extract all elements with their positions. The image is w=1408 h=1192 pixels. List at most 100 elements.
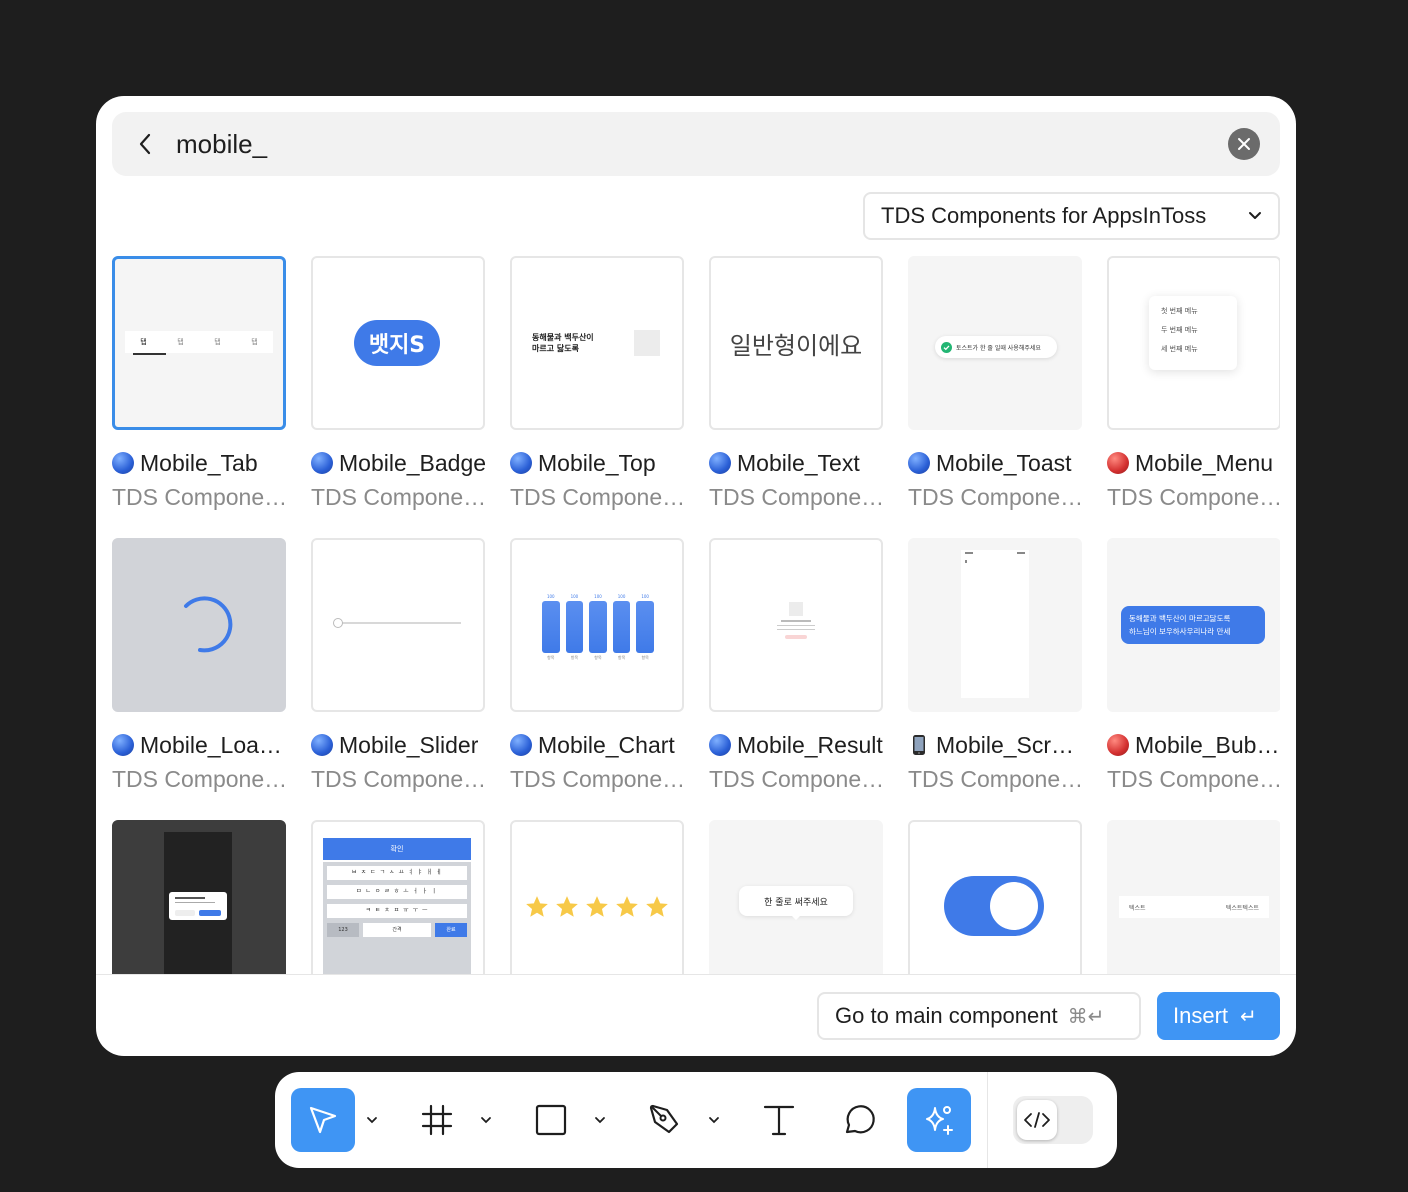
status-dot-icon — [908, 452, 930, 474]
component-name: Mobile_Screen — [936, 731, 1084, 758]
component-thumbnail — [510, 820, 684, 974]
clear-search-button[interactable] — [1228, 128, 1260, 160]
component-name: Mobile_Top — [538, 449, 656, 476]
component-thumbnail: 첫 번째 메뉴 두 번째 메뉴 세 번째 메뉴 — [1107, 256, 1280, 430]
chart-bar — [542, 601, 560, 653]
component-library: TDS Components for AppsInToss — [510, 484, 686, 510]
component-name: Mobile_Badge — [339, 449, 487, 476]
status-bar-battery — [1017, 552, 1025, 554]
shape-tool-dropdown[interactable] — [592, 1110, 608, 1130]
component-library: TDS Components for AppsInToss — [1107, 484, 1280, 510]
actions-tool-button[interactable] — [907, 1088, 971, 1152]
chart-preview: 100 항목 100 항목 100 항목 100 항목 100 항목 — [542, 594, 654, 664]
back-button[interactable] — [130, 128, 162, 160]
card-title: Mobile_Text — [709, 448, 885, 478]
text-icon — [763, 1105, 795, 1136]
pen-tool-dropdown[interactable] — [706, 1110, 722, 1130]
component-thumbnail — [311, 538, 485, 712]
library-dropdown[interactable]: TDS Components for AppsInToss — [863, 192, 1280, 240]
component-name: Mobile_Slider — [339, 731, 479, 758]
dialog-desc-line — [175, 902, 215, 903]
status-dot-icon — [510, 452, 532, 474]
component-name: Mobile_Loader — [140, 731, 288, 758]
chart-axis-label: 항목 — [547, 655, 555, 660]
status-bar-time — [965, 552, 973, 554]
go-to-main-component-button[interactable]: Go to main component ⌘↵ — [817, 992, 1141, 1040]
card-title: Mobile_Menu — [1107, 448, 1280, 478]
result-title-line — [781, 620, 811, 622]
component-thumbnail — [908, 820, 1082, 974]
chart-value-label: 100 — [546, 594, 555, 599]
footer-divider — [96, 974, 1296, 975]
component-thumbnail — [112, 538, 286, 712]
back-mark — [965, 560, 967, 563]
component-thumbnail: 토스트가 한 줄 일때 사용해주세요 — [908, 256, 1082, 430]
card-title: Mobile_Tab — [112, 448, 288, 478]
component-library: TDS Components for AppsInToss — [709, 484, 885, 510]
tooltip-preview: 한 줄로 써주세요 — [739, 886, 853, 916]
menu-preview: 첫 번째 메뉴 두 번째 메뉴 세 번째 메뉴 — [1149, 296, 1237, 370]
switch-knob — [990, 882, 1038, 930]
chart-axis-label: 항목 — [594, 655, 602, 660]
chart-value-label: 100 — [594, 594, 602, 599]
shape-tool-button[interactable] — [519, 1088, 583, 1152]
bottom-toolbar — [275, 1072, 1117, 1168]
chevron-down-icon — [367, 1117, 377, 1124]
dialog-title-line — [175, 897, 205, 899]
card-title: Mobile_Toast — [908, 448, 1084, 478]
card-title: Mobile_Slider — [311, 730, 487, 760]
status-dot-icon — [1107, 734, 1129, 756]
comment-tool-button[interactable] — [827, 1088, 891, 1152]
component-thumbnail: 확인 ㅂ ㅈ ㄷ ㄱ ㅅ ㅛ ㅕ ㅑ ㅐ ㅔ ㅁ ㄴ ㅇ ㄹ ㅎ ㅗ ㅓ ㅏ ㅣ… — [311, 820, 485, 974]
pen-tool-button[interactable] — [633, 1088, 697, 1152]
component-thumbnail: 동해물과 백두산이 마르고 닳도록 — [510, 256, 684, 430]
slider-thumb — [333, 618, 343, 628]
menu-item: 두 번째 메뉴 — [1161, 326, 1198, 334]
chart-value-label: 100 — [641, 594, 649, 599]
card-title: Mobile_Screen — [908, 730, 1084, 760]
chart-bar — [612, 601, 631, 653]
chevron-down-icon — [481, 1117, 491, 1124]
chevron-down-icon — [709, 1117, 719, 1124]
text-tool-button[interactable] — [747, 1088, 811, 1152]
bubble-preview: 동해물과 백두산이 마르고닳도록 하느님이 보우하사우리나라 만세 — [1121, 606, 1265, 644]
result-desc-line — [777, 625, 815, 626]
chevron-down-icon — [595, 1117, 605, 1124]
star-icon — [616, 896, 638, 917]
insert-button[interactable]: Insert ↵ — [1157, 992, 1280, 1040]
component-thumbnail — [112, 820, 286, 974]
keyboard-space-key: 간격 — [363, 923, 431, 937]
chevron-left-icon — [139, 133, 151, 155]
go-to-main-label: Go to main component — [835, 1003, 1058, 1028]
component-thumbnail: 일반형이에요 — [709, 256, 883, 430]
tab-label: 탭 — [251, 338, 258, 346]
toolbar-divider — [987, 1072, 988, 1168]
search-input[interactable] — [176, 124, 1176, 164]
menu-item: 세 번째 메뉴 — [1161, 345, 1198, 353]
badge-preview: 뱃지S — [354, 320, 440, 366]
component-grid: 탭 탭 탭 탭 Mobile_Tab TDS Components for Ap… — [112, 256, 1280, 974]
component-thumbnail: 100 항목 100 항목 100 항목 100 항목 100 항목 — [510, 538, 684, 712]
component-library: TDS Components for AppsInToss — [112, 484, 288, 510]
status-dot-icon — [510, 734, 532, 756]
status-dot-icon — [1107, 452, 1129, 474]
component-library: TDS Components for AppsInToss — [908, 484, 1084, 510]
component-library: TDS Components for AppsInToss — [311, 766, 487, 792]
move-tool-dropdown[interactable] — [364, 1110, 380, 1130]
frame-tool-dropdown[interactable] — [478, 1110, 494, 1130]
frame-tool-button[interactable] — [405, 1088, 469, 1152]
pen-icon — [649, 1104, 679, 1134]
go-to-main-shortcut: ⌘↵ — [1067, 1005, 1105, 1028]
chart-axis-label: 항목 — [641, 655, 649, 660]
dev-mode-toggle[interactable] — [1013, 1096, 1093, 1144]
card-title: Mobile_Result — [709, 730, 885, 760]
status-dot-icon — [709, 452, 731, 474]
component-name: Mobile_Chart — [538, 731, 675, 758]
keyboard-row: ㅋ ㅌ ㅊ ㅍ ㅠ ㅜ ㅡ — [327, 904, 467, 918]
move-tool-button[interactable] — [291, 1088, 355, 1152]
component-library: TDS Components for AppsInToss — [510, 766, 686, 792]
chevron-down-icon — [1249, 212, 1261, 219]
slider-track — [337, 622, 461, 624]
keyboard-preview: ㅂ ㅈ ㄷ ㄱ ㅅ ㅛ ㅕ ㅑ ㅐ ㅔ ㅁ ㄴ ㅇ ㄹ ㅎ ㅗ ㅓ ㅏ ㅣ ㅋ … — [323, 862, 471, 974]
component-name: Mobile_Toast — [936, 449, 1072, 476]
